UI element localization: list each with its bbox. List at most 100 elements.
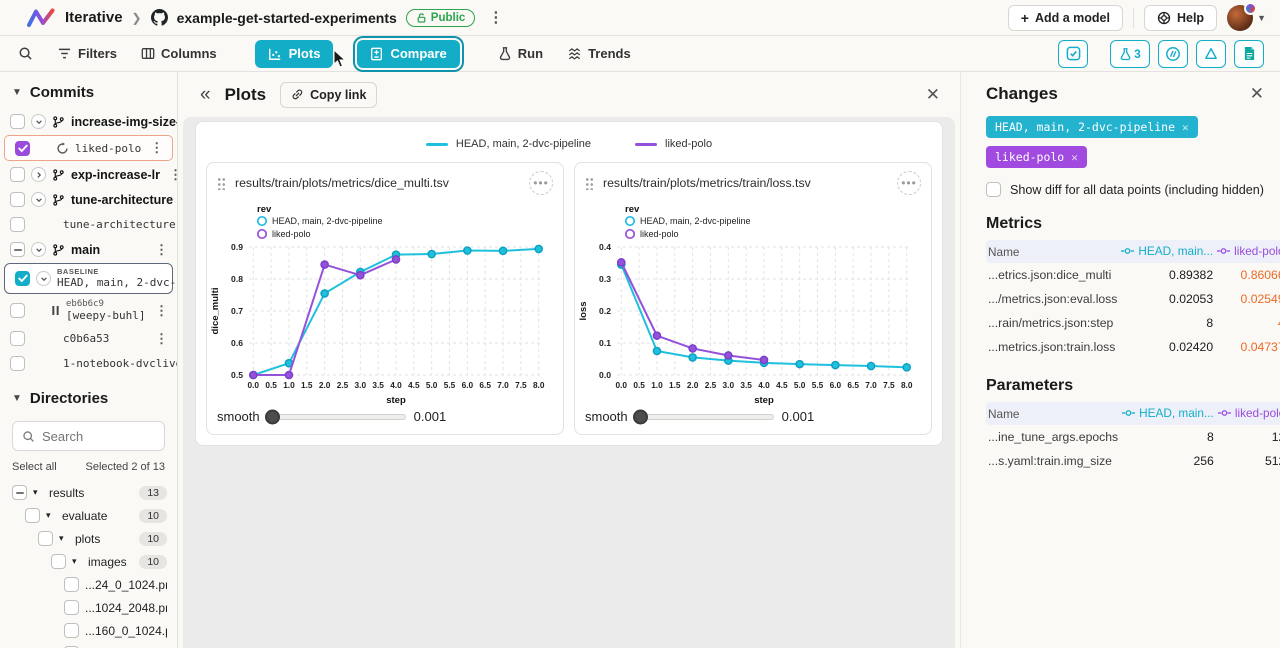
commit-row-[weepy-buhl][interactable]: eb6b6c9[weepy-buhl]⋮ (0, 295, 177, 326)
copy-link-button[interactable]: Copy link (280, 82, 377, 108)
collapse-panel-button[interactable]: « (200, 85, 211, 104)
chevron-down-icon[interactable]: ▼ (12, 87, 22, 98)
commit-row-main[interactable]: main⋮ (0, 237, 177, 262)
chevron-down-icon[interactable] (31, 114, 46, 129)
tree-row-...1024_2048.png[interactable]: ...1024_2048.png (0, 596, 177, 619)
checkbox[interactable] (10, 192, 25, 207)
row-menu-kebab-icon[interactable]: ⋮ (152, 242, 171, 258)
hide-button[interactable] (1158, 40, 1188, 68)
checkbox[interactable] (10, 242, 25, 257)
run-button[interactable]: Run (498, 46, 543, 61)
help-button[interactable]: Help (1144, 5, 1217, 31)
avatar[interactable] (1227, 5, 1253, 31)
checkbox[interactable] (64, 600, 79, 615)
columns-button[interactable]: Columns (141, 46, 217, 61)
chevron-down-icon[interactable] (31, 192, 46, 207)
table-row[interactable]: ...rain/metrics.json:step84 (986, 311, 1280, 335)
tree-row-...24_0_1024.png[interactable]: ...24_0_1024.png (0, 573, 177, 596)
table-row[interactable]: ...etrics.json:dice_multi0.893820.86066 (986, 263, 1280, 287)
compare-button[interactable]: Compare (357, 40, 459, 68)
experiments-count-button[interactable]: 3 (1110, 40, 1150, 68)
chip-remove-icon[interactable]: ✕ (1071, 151, 1078, 164)
chevron-down-icon[interactable] (31, 242, 46, 257)
checkbox[interactable] (64, 623, 79, 638)
column-header[interactable]: Name (986, 240, 1119, 263)
checkbox[interactable] (15, 141, 30, 156)
commit-row-c0b6a53[interactable]: c0b6a53⋮ (0, 326, 177, 351)
tree-row-evaluate[interactable]: ▾evaluate10 (0, 504, 177, 527)
row-menu-kebab-icon[interactable]: ⋮ (152, 331, 171, 347)
commit-row-HEAD, main, 2-dvc-pip…[interactable]: BASELINEHEAD, main, 2-dvc-pip…⋮ (4, 263, 173, 294)
commit-row-increase-img-size-epochs[interactable]: increase-img-size-epochs (0, 109, 177, 134)
export-csv-button[interactable] (1234, 40, 1264, 68)
smooth-slider-handle[interactable] (265, 409, 280, 424)
checkbox[interactable] (10, 303, 25, 318)
user-menu[interactable]: ▼ (1227, 5, 1266, 31)
select-all-link[interactable]: Select all (12, 461, 57, 473)
repo-name[interactable]: example-get-started-experiments (177, 10, 397, 26)
select-check-button[interactable] (1058, 40, 1088, 68)
row-menu-kebab-icon[interactable]: ⋮ (147, 140, 166, 156)
commit-row-1-notebook-dvclive[interactable]: 1-notebook-dvclive⋮ (0, 351, 177, 376)
plot-menu-button[interactable]: ••• (897, 171, 921, 195)
checkbox[interactable] (51, 554, 66, 569)
checkbox[interactable] (10, 217, 25, 232)
checkbox[interactable] (25, 508, 40, 523)
commit-row-tune-architecture[interactable]: tune-architecture⋮ (0, 212, 177, 237)
checkbox[interactable] (64, 577, 79, 592)
checkbox[interactable] (10, 331, 25, 346)
caret-down-icon[interactable]: ▾ (59, 533, 69, 544)
directories-search[interactable] (12, 421, 165, 451)
chip-remove-icon[interactable]: ✕ (1182, 121, 1189, 134)
table-row[interactable]: ...ine_tune_args.epochs812 (986, 425, 1280, 449)
checkbox[interactable] (15, 271, 30, 286)
checkbox[interactable] (12, 485, 27, 500)
checkbox[interactable] (10, 356, 25, 371)
search-input[interactable] (42, 429, 152, 444)
chevron-down-icon[interactable]: ▼ (12, 393, 22, 404)
checkbox[interactable] (10, 167, 25, 182)
show-diff-checkbox[interactable] (986, 182, 1001, 197)
close-changes-icon[interactable]: ✕ (1250, 84, 1264, 104)
checkbox[interactable] (38, 531, 53, 546)
table-row[interactable]: ...s.yaml:train.img_size256512 (986, 449, 1280, 473)
tree-row-...160_0_1024.png[interactable]: ...160_0_1024.png (0, 619, 177, 642)
column-header[interactable]: liked-polo (1215, 240, 1280, 263)
row-menu-kebab-icon[interactable]: ⋮ (152, 303, 171, 319)
filters-button[interactable]: Filters (57, 46, 117, 61)
column-header[interactable]: Name (986, 402, 1120, 425)
close-plots-icon[interactable]: ✕ (926, 85, 940, 105)
table-row[interactable]: .../metrics.json:eval.loss0.020530.02549 (986, 287, 1280, 311)
column-header[interactable]: HEAD, main... (1120, 402, 1216, 425)
column-header[interactable]: liked-polo (1216, 402, 1280, 425)
smooth-slider-handle[interactable] (633, 409, 648, 424)
commit-row-exp-increase-lr[interactable]: exp-increase-lr⋮ (0, 162, 177, 187)
caret-down-icon[interactable]: ▾ (33, 487, 43, 498)
drag-handle-icon[interactable] (585, 177, 594, 190)
tree-row-...2816_3840.png[interactable]: ...2816_3840.png (0, 642, 177, 648)
commit-row-tune-architecture[interactable]: tune-architecture⋮ (0, 187, 177, 212)
smooth-slider-track[interactable] (266, 414, 406, 420)
commit-row-liked-polo[interactable]: liked-polo⋮ (4, 135, 173, 161)
plot-menu-button[interactable]: ••• (529, 171, 553, 195)
row-menu-kebab-icon[interactable]: ⋮ (166, 167, 178, 183)
tree-row-results[interactable]: ▾results13 (0, 481, 177, 504)
trends-button[interactable]: Trends (567, 46, 631, 61)
caret-down-icon[interactable]: ▾ (72, 556, 82, 567)
chevron-right-icon[interactable] (31, 167, 46, 182)
drag-handle-icon[interactable] (217, 177, 226, 190)
caret-down-icon[interactable]: ▾ (46, 510, 56, 521)
tree-row-images[interactable]: ▾images10 (0, 550, 177, 573)
repo-menu-kebab-icon[interactable]: ⋮ (484, 10, 507, 25)
brand-name[interactable]: Iterative (65, 9, 123, 26)
smooth-slider-track[interactable] (634, 414, 774, 420)
table-row[interactable]: ...metrics.json:train.loss0.024200.04737 (986, 335, 1280, 359)
plots-button[interactable]: Plots (255, 40, 334, 68)
search-icon[interactable] (18, 46, 33, 61)
delta-button[interactable] (1196, 40, 1226, 68)
tree-row-plots[interactable]: ▾plots10 (0, 527, 177, 550)
chevron-down-icon[interactable] (36, 271, 51, 286)
checkbox[interactable] (10, 114, 25, 129)
add-model-button[interactable]: + Add a model (1008, 5, 1123, 31)
column-header[interactable]: HEAD, main... (1119, 240, 1215, 263)
